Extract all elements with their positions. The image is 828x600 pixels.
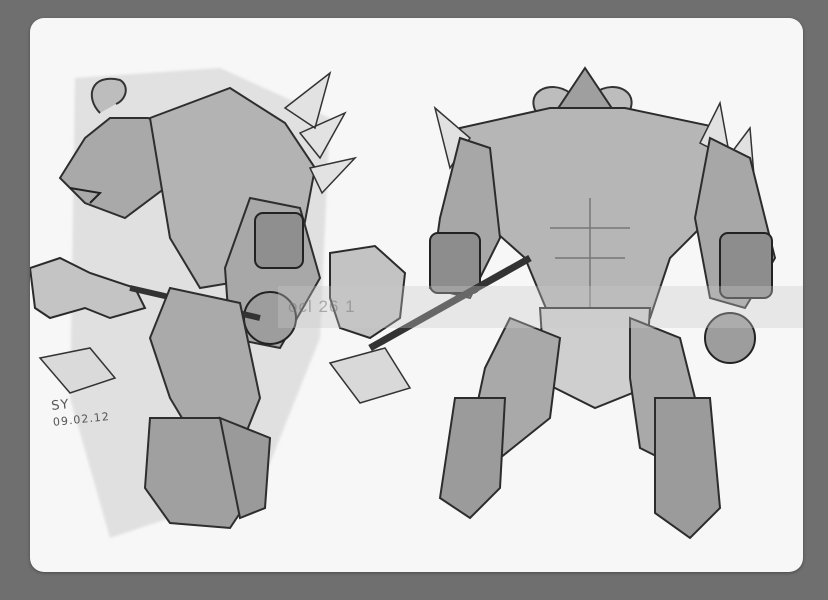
artwork-card: ocl 26 1 SY 09.02.12 <box>30 18 803 572</box>
artist-signature: SY 09.02.12 <box>51 393 111 429</box>
signature-initials: SY <box>50 397 71 414</box>
watermark: ocl 26 1 <box>278 286 803 328</box>
